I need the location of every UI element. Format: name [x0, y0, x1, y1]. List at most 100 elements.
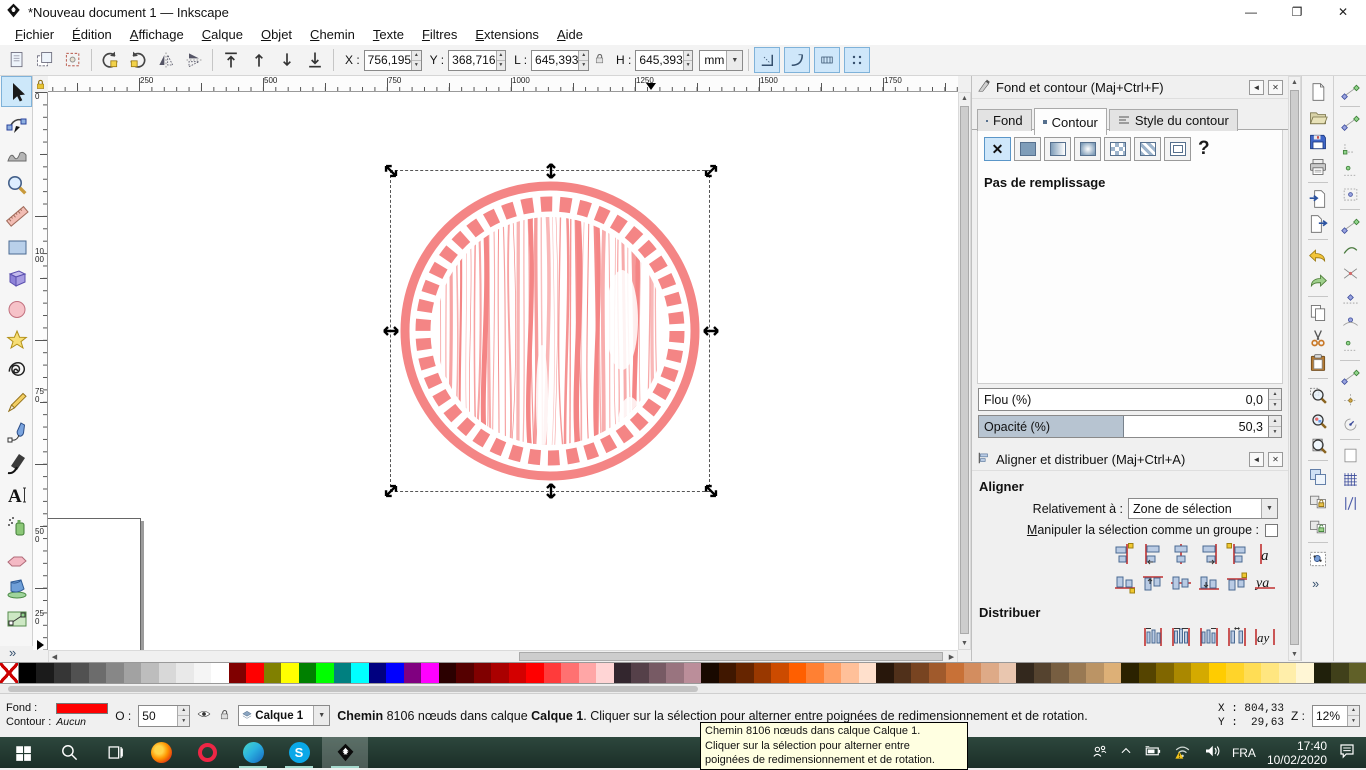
swatch-19[interactable]: [334, 663, 352, 683]
snap-bbox-midpoints-button[interactable]: [1338, 158, 1362, 182]
field-spinner-1[interactable]: ▲▼: [496, 51, 506, 70]
flat-color-button[interactable]: [1014, 137, 1041, 161]
vertical-scrollbar-thumb[interactable]: [960, 106, 969, 634]
chevron-more-button[interactable]: »: [1305, 571, 1331, 596]
tab-fond[interactable]: Fond: [977, 109, 1032, 131]
eraser-tool[interactable]: [1, 541, 32, 572]
swatch-69[interactable]: [1209, 663, 1227, 683]
align-top-edges-button[interactable]: [1139, 569, 1166, 596]
swatch-42[interactable]: [736, 663, 754, 683]
dock-scrollbar[interactable]: ▲ ▼: [1288, 76, 1301, 661]
swatch-46[interactable]: [806, 663, 824, 683]
measure-tool[interactable]: [1, 200, 32, 231]
document-new-button[interactable]: [1305, 79, 1331, 104]
menu-texte[interactable]: Texte: [364, 25, 413, 44]
swatch-8[interactable]: [141, 663, 159, 683]
unit-chevron-down-icon[interactable]: ▼: [726, 51, 742, 70]
swatch-26[interactable]: [456, 663, 474, 683]
swatch-51[interactable]: [894, 663, 912, 683]
selection-handle-left[interactable]: [382, 322, 400, 340]
distribute-centers-horizontal-button[interactable]: [1167, 623, 1194, 650]
clone-unlink-button[interactable]: [1305, 514, 1331, 539]
palette-scrollbar-thumb[interactable]: [8, 686, 698, 692]
radial-gradient-button[interactable]: [1074, 137, 1101, 161]
unit-select[interactable]: mm▼: [699, 50, 743, 71]
snap-bbox-corners-button[interactable]: [1338, 134, 1362, 158]
clock[interactable]: 17:40 10/02/2020: [1267, 739, 1327, 767]
restore-button[interactable]: ❐: [1274, 0, 1320, 24]
object-opacity-spinner[interactable]: ▲▼: [177, 706, 189, 726]
no-paint-button[interactable]: ✕: [984, 137, 1011, 161]
swatch-57[interactable]: [999, 663, 1017, 683]
zoom-drawing-button[interactable]: [1305, 407, 1331, 432]
swatch-77[interactable]: [1349, 663, 1366, 683]
align-right-edges-button[interactable]: [1195, 540, 1222, 567]
swatch-12[interactable]: [211, 663, 229, 683]
swatch-62[interactable]: [1086, 663, 1104, 683]
swatch-75[interactable]: [1314, 663, 1332, 683]
menu-edition[interactable]: Édition: [63, 25, 121, 44]
transform-pattern-toggle[interactable]: [844, 47, 870, 73]
swatch-61[interactable]: [1069, 663, 1087, 683]
swatch-70[interactable]: [1226, 663, 1244, 683]
select-all-button[interactable]: [4, 47, 30, 73]
style-indicator[interactable]: Fond : Contour : Aucun: [6, 702, 108, 729]
swatch-48[interactable]: [841, 663, 859, 683]
ellipse-tool[interactable]: [1, 293, 32, 324]
rectangle-tool[interactable]: [1, 231, 32, 262]
document-save-button[interactable]: [1305, 129, 1331, 154]
swatch-67[interactable]: [1174, 663, 1192, 683]
flip-horizontal-button[interactable]: [153, 47, 179, 73]
align-left-to-anchor-right-button[interactable]: [1223, 540, 1250, 567]
deselect-button[interactable]: [60, 47, 86, 73]
swatch-44[interactable]: [771, 663, 789, 683]
edit-undo-button[interactable]: [1305, 243, 1331, 268]
text-anchor-horizontal-button[interactable]: a: [1251, 540, 1278, 567]
scroll-down-arrow[interactable]: ▼: [959, 638, 970, 649]
selection-handle-right[interactable]: [702, 322, 720, 340]
snap-midpoints-button[interactable]: [1338, 333, 1362, 357]
swatch-52[interactable]: [911, 663, 929, 683]
snap-others-button[interactable]: [1338, 364, 1362, 388]
vertical-scrollbar[interactable]: ▲ ▼: [958, 92, 971, 650]
tab-style-du-contour[interactable]: Style du contour: [1109, 109, 1238, 131]
swatch-31[interactable]: [544, 663, 562, 683]
bucket-tool[interactable]: [1, 572, 32, 603]
swatch-11[interactable]: [194, 663, 212, 683]
snap-path-intersections-button[interactable]: [1338, 261, 1362, 285]
swatch-24[interactable]: [421, 663, 439, 683]
menu-fichier[interactable]: Fichier: [6, 25, 63, 44]
swatch-73[interactable]: [1279, 663, 1297, 683]
zoom-page-button[interactable]: [1305, 432, 1331, 457]
document-import-button[interactable]: [1305, 186, 1331, 211]
transform-stroke-toggle[interactable]: [754, 47, 780, 73]
layer-visibility-icon[interactable]: [197, 707, 211, 724]
swatch-35[interactable]: [614, 663, 632, 683]
swatch-17[interactable]: [299, 663, 317, 683]
people-icon[interactable]: [1091, 743, 1108, 763]
swatch-45[interactable]: [789, 663, 807, 683]
menu-calque[interactable]: Calque: [193, 25, 252, 44]
linear-gradient-button[interactable]: [1044, 137, 1071, 161]
battery-icon[interactable]: [1144, 742, 1162, 763]
flip-vertical-button[interactable]: [181, 47, 207, 73]
opera-button[interactable]: [184, 737, 230, 768]
raise-to-top-button[interactable]: [218, 47, 244, 73]
align-center-horizontal-button[interactable]: [1167, 540, 1194, 567]
snap-guides-button[interactable]: [1338, 491, 1362, 515]
swatch-none[interactable]: [0, 663, 19, 683]
swatch-47[interactable]: [824, 663, 842, 683]
distribute-left-edges-button[interactable]: [1139, 623, 1166, 650]
swatch-56[interactable]: [981, 663, 999, 683]
skype-button[interactable]: S: [276, 737, 322, 768]
menu-extensions[interactable]: Extensions: [466, 25, 548, 44]
palette-scrollbar[interactable]: [0, 685, 1366, 693]
opacity-spinner[interactable]: ▲▼: [1269, 415, 1282, 438]
chevron-down-icon[interactable]: ▼: [1261, 499, 1277, 518]
layer-lock-icon[interactable]: [218, 708, 231, 724]
menu-objet[interactable]: Objet: [252, 25, 301, 44]
zoom-spinner[interactable]: ▲▼: [1347, 706, 1359, 726]
edit-clone-button[interactable]: [1305, 489, 1331, 514]
scroll-up-arrow[interactable]: ▲: [959, 93, 970, 104]
swatch-6[interactable]: [106, 663, 124, 683]
